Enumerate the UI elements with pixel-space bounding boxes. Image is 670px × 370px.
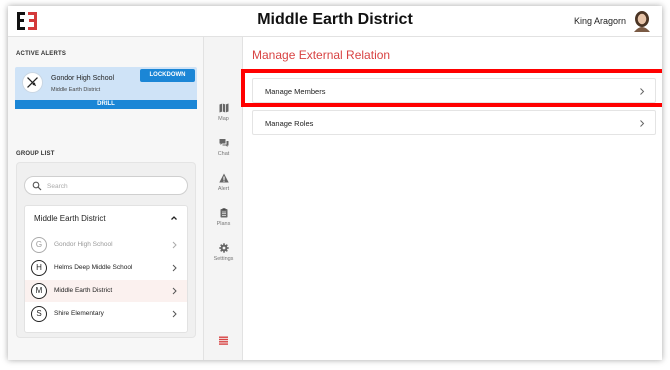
district-group-title[interactable]: Middle Earth District [34, 214, 106, 223]
nav-label: Map [218, 116, 229, 122]
row-label: Manage Members [265, 87, 326, 96]
alert-district-name: Middle Earth District [51, 87, 101, 93]
list-item-helms-deep-middle-school[interactable]: H Helms Deep Middle School [25, 257, 187, 279]
chevron-right-icon [172, 287, 177, 295]
app-window: Middle Earth District King Aragorn ACTIV… [8, 6, 662, 360]
list-item-label: Helms Deep Middle School [54, 264, 133, 271]
nav-item-plans[interactable]: Plans [204, 208, 243, 238]
search-icon [32, 181, 42, 191]
main-content: Manage External Relation Manage Members … [243, 37, 662, 360]
active-alerts-heading: ACTIVE ALERTS [16, 51, 67, 57]
nav-item-chat[interactable]: Chat [204, 138, 243, 168]
nav-label: Alert [217, 186, 230, 192]
chevron-right-icon [172, 310, 177, 318]
left-panel: ACTIVE ALERTS Gondor High School Middle … [8, 37, 204, 360]
crossed-swords-icon [22, 72, 43, 93]
chevron-right-icon [172, 241, 177, 249]
group-list-heading: GROUP LIST [16, 151, 55, 157]
user-name[interactable]: King Aragorn [574, 16, 626, 26]
nav-item-map[interactable]: Map [204, 103, 243, 133]
avatar[interactable] [632, 10, 652, 32]
app-title: Middle Earth District [257, 11, 413, 28]
active-alert-card[interactable]: Gondor High School Middle Earth District… [15, 67, 197, 109]
district-group: Middle Earth District G Gondor High Scho… [24, 205, 188, 333]
manage-members-row[interactable]: Manage Members [252, 78, 656, 103]
list-item-label: Middle Earth District [54, 287, 113, 294]
list-item-middle-earth-district[interactable]: M Middle Earth District [25, 280, 187, 302]
list-item-gondor-high-school[interactable]: G Gondor High School [25, 234, 187, 256]
map-icon [219, 103, 228, 113]
chevron-right-icon [172, 264, 177, 272]
search-box [24, 176, 188, 195]
chevron-right-icon [640, 120, 645, 127]
nav-item-alert[interactable]: Alert [204, 173, 243, 203]
nav-item-settings[interactable]: Settings [204, 243, 243, 273]
lockdown-badge: LOCKDOWN [140, 69, 195, 82]
list-item-shire-elementary[interactable]: S Shire Elementary [25, 303, 187, 325]
group-list-box: Middle Earth District G Gondor High Scho… [16, 162, 196, 338]
top-header: Middle Earth District King Aragorn [8, 6, 662, 37]
chevron-right-icon [640, 88, 645, 95]
letter-avatar: S [31, 306, 47, 322]
search-input[interactable] [47, 180, 183, 192]
nav-rail: Map Chat Alert Plans Settings [204, 37, 243, 360]
letter-avatar: M [31, 283, 47, 299]
alert-school-name: Gondor High School [51, 75, 115, 82]
manage-roles-row[interactable]: Manage Roles [252, 110, 656, 135]
letter-avatar: G [31, 237, 47, 253]
settings-icon [218, 243, 229, 253]
plans-icon [220, 208, 227, 218]
drill-bar: DRILL [15, 100, 197, 109]
nav-label: Chat [217, 151, 230, 157]
nav-label: Settings [213, 256, 234, 262]
nav-label: Plans [216, 221, 231, 227]
list-item-label: Gondor High School [54, 241, 113, 248]
alert-icon [218, 173, 229, 183]
list-item-label: Shire Elementary [54, 310, 104, 317]
menu-icon[interactable] [219, 336, 228, 345]
row-label: Manage Roles [265, 119, 314, 128]
chevron-up-icon[interactable] [170, 214, 178, 222]
letter-avatar: H [31, 260, 47, 276]
chat-icon [219, 139, 228, 147]
page-title: Manage External Relation [252, 48, 391, 62]
